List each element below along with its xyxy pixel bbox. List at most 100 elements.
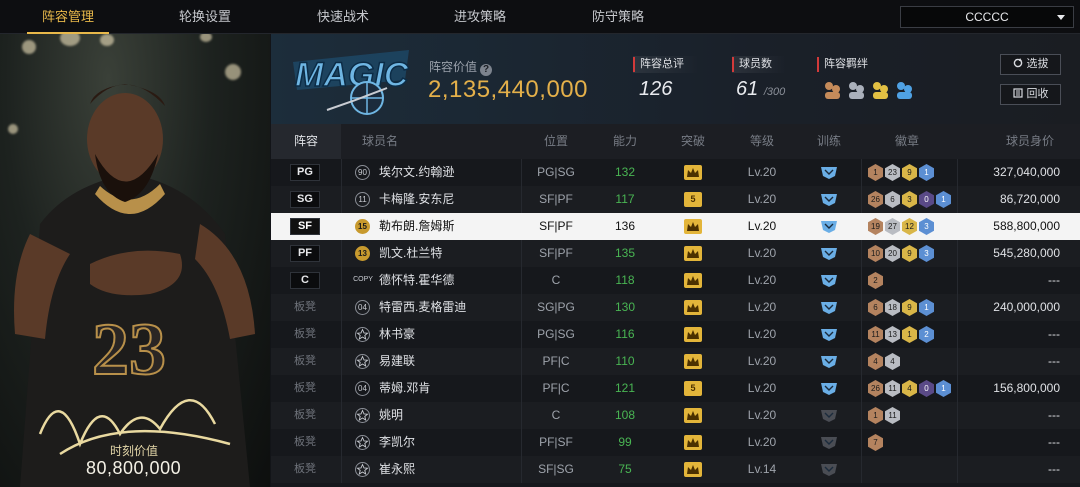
bench-label[interactable]: 板凳 <box>290 375 320 402</box>
bond-icons[interactable] <box>823 80 913 102</box>
training-icon[interactable] <box>820 166 838 179</box>
position-slot[interactable]: SG <box>290 191 320 208</box>
badge-gold-icon[interactable]: 3 <box>902 191 917 208</box>
player-name[interactable]: 埃尔文.约翰逊 <box>379 159 454 186</box>
breakthrough-crown-icon[interactable] <box>684 273 702 288</box>
table-row[interactable]: C COPY 德怀特.霍华德 C 118 Lv.20 2 --- <box>271 267 1080 294</box>
col-level[interactable]: 等级 <box>727 124 797 159</box>
help-icon[interactable]: ? <box>480 64 493 76</box>
badge-bronze-icon[interactable]: 19 <box>868 218 883 235</box>
table-row[interactable]: 板凳 04 蒂姆.邓肯 PF|C 121 5 Lv.20 26 11 4 0 1 156,800,000 <box>271 375 1080 402</box>
recycle-button[interactable]: 回收 <box>1000 84 1061 105</box>
training-icon[interactable] <box>820 355 838 368</box>
badge-bronze-icon[interactable]: 7 <box>868 434 883 451</box>
col-breakthrough[interactable]: 突破 <box>659 124 727 159</box>
table-row[interactable]: 板凳 林书豪 PG|SG 116 Lv.20 11 13 1 2 --- <box>271 321 1080 348</box>
training-icon[interactable] <box>820 463 838 476</box>
badge-bronze-icon[interactable]: 26 <box>868 191 883 208</box>
badge-silver-icon[interactable]: 23 <box>885 164 900 181</box>
bench-label[interactable]: 板凳 <box>290 294 320 321</box>
position-slot[interactable]: PF <box>290 245 320 262</box>
badge-bronze-icon[interactable]: 1 <box>868 164 883 181</box>
badge-gold-icon[interactable]: 9 <box>902 164 917 181</box>
player-name[interactable]: 凯文.杜兰特 <box>379 240 442 267</box>
training-icon[interactable] <box>820 193 838 206</box>
col-lineup[interactable]: 阵容 <box>271 124 341 159</box>
table-row[interactable]: 板凳 04 特雷西.麦格雷迪 SG|PG 130 Lv.20 6 18 9 1 240,000,00… <box>271 294 1080 321</box>
table-row[interactable]: 板凳 姚明 C 108 Lv.20 1 11 --- <box>271 402 1080 429</box>
badge-silver-icon[interactable]: 6 <box>885 191 900 208</box>
badge-gold-icon[interactable]: 4 <box>902 380 917 397</box>
bench-label[interactable]: 板凳 <box>290 429 320 456</box>
table-row[interactable]: PF 13 凯文.杜兰特 SF|PF 135 Lv.20 10 20 9 3 545,280,000 <box>271 240 1080 267</box>
training-icon[interactable] <box>820 382 838 395</box>
position-slot[interactable]: SF <box>290 218 320 235</box>
tab-offense-strategy[interactable]: 进攻策略 <box>439 0 521 34</box>
badge-silver-icon[interactable]: 13 <box>885 326 900 343</box>
player-name[interactable]: 特雷西.麦格雷迪 <box>379 294 466 321</box>
training-icon[interactable] <box>820 220 838 233</box>
training-icon[interactable] <box>820 247 838 260</box>
badge-bronze-icon[interactable]: 1 <box>868 407 883 424</box>
training-icon[interactable] <box>820 436 838 449</box>
breakthrough-crown-icon[interactable] <box>684 327 702 342</box>
breakthrough-crown-icon[interactable]: 5 <box>684 381 702 396</box>
tab-lineup-management[interactable]: 阵容管理 <box>27 0 109 34</box>
badge-silver-icon[interactable]: 11 <box>885 407 900 424</box>
tab-rotation-settings[interactable]: 轮换设置 <box>164 0 246 34</box>
tab-defense-strategy[interactable]: 防守策略 <box>577 0 659 34</box>
training-icon[interactable] <box>820 328 838 341</box>
breakthrough-crown-icon[interactable] <box>684 408 702 423</box>
player-name[interactable]: 卡梅隆.安东尼 <box>379 186 454 213</box>
table-row[interactable]: PG 90 埃尔文.约翰逊 PG|SG 132 Lv.20 1 23 9 1 327,040,000 <box>271 159 1080 186</box>
badge-bronze-icon[interactable]: 4 <box>868 353 883 370</box>
badge-blue-icon[interactable]: 1 <box>936 191 951 208</box>
badge-gold-icon[interactable]: 1 <box>902 326 917 343</box>
badge-bronze-icon[interactable]: 26 <box>868 380 883 397</box>
table-row[interactable]: 板凳 崔永熙 SF|SG 75 Lv.14 --- <box>271 456 1080 483</box>
col-position[interactable]: 位置 <box>521 124 591 159</box>
badge-silver-icon[interactable]: 20 <box>885 245 900 262</box>
badge-bronze-icon[interactable]: 10 <box>868 245 883 262</box>
breakthrough-crown-icon[interactable] <box>684 219 702 234</box>
position-slot[interactable]: C <box>290 272 320 289</box>
player-name[interactable]: 李凯尔 <box>379 429 415 456</box>
badge-purple-icon[interactable]: 0 <box>919 380 934 397</box>
badge-blue-icon[interactable]: 3 <box>919 245 934 262</box>
table-row[interactable]: SF 15 勒布朗.詹姆斯 SF|PF 136 Lv.20 19 27 12 3 588,800,0… <box>271 213 1080 240</box>
player-name[interactable]: 姚明 <box>379 402 403 429</box>
breakthrough-crown-icon[interactable] <box>684 246 702 261</box>
badge-silver-icon[interactable]: 27 <box>885 218 900 235</box>
badge-blue-icon[interactable]: 1 <box>919 299 934 316</box>
breakthrough-crown-icon[interactable] <box>684 462 702 477</box>
bench-label[interactable]: 板凳 <box>290 456 320 483</box>
badge-gold-icon[interactable]: 9 <box>902 245 917 262</box>
training-icon[interactable] <box>820 301 838 314</box>
badge-purple-icon[interactable]: 0 <box>919 191 934 208</box>
table-row[interactable]: SG 11 卡梅隆.安东尼 SF|PF 117 5 Lv.20 26 6 3 0 1 86,720,00… <box>271 186 1080 213</box>
player-name[interactable]: 易建联 <box>379 348 415 375</box>
training-icon[interactable] <box>820 274 838 287</box>
table-row[interactable]: 板凳 易建联 PF|C 110 Lv.20 4 4 --- <box>271 348 1080 375</box>
col-ability[interactable]: 能力 <box>591 124 659 159</box>
badge-silver-icon[interactable]: 11 <box>885 380 900 397</box>
select-button[interactable]: 选拔 <box>1000 54 1061 75</box>
breakthrough-crown-icon[interactable] <box>684 354 702 369</box>
breakthrough-crown-icon[interactable] <box>684 435 702 450</box>
badge-blue-icon[interactable]: 3 <box>919 218 934 235</box>
col-player-name[interactable]: 球员名 <box>341 124 419 159</box>
player-moment-card[interactable]: 23 时刻价值 80,800,000 <box>0 34 270 487</box>
col-training[interactable]: 训练 <box>797 124 861 159</box>
badge-silver-icon[interactable]: 18 <box>885 299 900 316</box>
badge-blue-icon[interactable]: 2 <box>919 326 934 343</box>
badge-blue-icon[interactable]: 1 <box>936 380 951 397</box>
player-name[interactable]: 德怀特.霍华德 <box>379 267 454 294</box>
badge-gold-icon[interactable]: 9 <box>902 299 917 316</box>
badge-gold-icon[interactable]: 12 <box>902 218 917 235</box>
player-name[interactable]: 崔永熙 <box>379 456 415 483</box>
position-slot[interactable]: PG <box>290 164 320 181</box>
player-name[interactable]: 勒布朗.詹姆斯 <box>379 213 454 240</box>
breakthrough-crown-icon[interactable] <box>684 165 702 180</box>
badge-silver-icon[interactable]: 4 <box>885 353 900 370</box>
breakthrough-crown-icon[interactable]: 5 <box>684 192 702 207</box>
